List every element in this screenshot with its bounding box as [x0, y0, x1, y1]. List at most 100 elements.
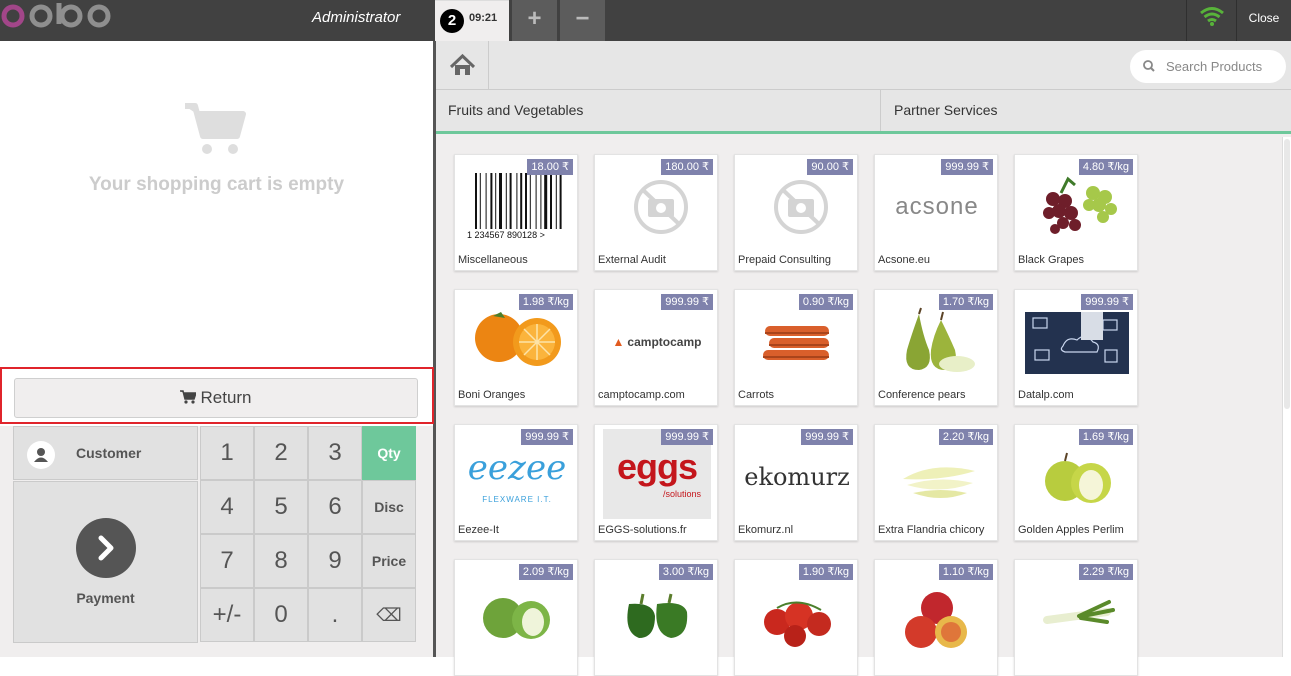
product-name: External Audit	[598, 254, 666, 266]
green-peppers-image	[627, 593, 688, 638]
close-button[interactable]: Close	[1236, 0, 1291, 41]
category-bar: Fruits and Vegetables Partner Services	[436, 90, 1291, 134]
eggs-logo-subtitle: /solutions	[662, 489, 701, 499]
barcode-digits: 1 234567 890128 >	[467, 230, 545, 240]
order-tab[interactable]: 2 09:21	[435, 0, 509, 41]
price-tag: 3.00 ₹/kg	[658, 564, 713, 580]
price-tag: 999.99 ₹	[941, 159, 993, 175]
mode-disc-button[interactable]: Disc	[362, 480, 416, 534]
payment-button[interactable]: Payment	[13, 481, 198, 643]
product-card[interactable]: 1.10 ₹/kg	[874, 559, 998, 676]
product-card[interactable]: 999.99 ₹ Datalp.com	[1014, 289, 1138, 406]
scrollbar-thumb[interactable]	[1284, 139, 1290, 409]
product-card[interactable]: ▲ camptocamp 999.99 ₹ camptocamp.com	[594, 289, 718, 406]
acsone-logo-text: acsone	[895, 193, 979, 220]
customer-label: Customer	[76, 445, 142, 461]
user-icon	[27, 441, 55, 469]
return-button[interactable]: Return	[14, 378, 418, 418]
price-tag: 18.00 ₹	[527, 159, 573, 175]
product-name: camptocamp.com	[598, 389, 685, 401]
eezee-logo: eezee FLEXWARE I.T.	[463, 441, 571, 513]
product-name: Acsone.eu	[878, 254, 930, 266]
product-name: Prepaid Consulting	[738, 254, 831, 266]
price-tag: 90.00 ₹	[807, 159, 853, 175]
acsone-logo: acsone	[883, 171, 991, 243]
price-tag: 0.90 ₹/kg	[798, 294, 853, 310]
tomatoes-image	[764, 601, 831, 647]
eezee-logo-text: eezee	[467, 448, 567, 488]
product-card[interactable]: 4.80 ₹/kg Black Grapes	[1014, 154, 1138, 271]
no-photo-icon	[634, 180, 688, 234]
product-card[interactable]: 180.00 ₹ External Audit	[594, 154, 718, 271]
numpad-key-9[interactable]: 9	[308, 534, 362, 588]
category-fruits-vegetables[interactable]: Fruits and Vegetables	[436, 90, 881, 131]
product-card[interactable]: 90.00 ₹ Prepaid Consulting	[734, 154, 858, 271]
numpad-key-5[interactable]: 5	[254, 480, 308, 534]
wifi-icon	[1186, 0, 1236, 41]
numpad-key-0[interactable]: 0	[254, 588, 308, 642]
product-card[interactable]: 2.29 ₹/kg	[1014, 559, 1138, 676]
product-card[interactable]: 1.90 ₹/kg	[734, 559, 858, 676]
numpad-key-7[interactable]: 7	[200, 534, 254, 588]
order-number: 2	[440, 9, 464, 33]
numpad-key-2[interactable]: 2	[254, 426, 308, 480]
product-name: Miscellaneous	[458, 254, 528, 266]
product-card[interactable]: 1.98 ₹/kg Boni Oranges	[454, 289, 578, 406]
mode-price-button[interactable]: Price	[362, 534, 416, 588]
no-photo-icon	[774, 180, 828, 234]
home-icon	[449, 53, 476, 75]
breadcrumb	[436, 41, 1291, 90]
search-input[interactable]	[1166, 50, 1278, 83]
product-name: Golden Apples Perlim	[1018, 524, 1124, 536]
product-card[interactable]: eezee FLEXWARE I.T. 999.99 ₹ Eezee-It	[454, 424, 578, 541]
barcode-image: 1 234567 890128 >	[463, 171, 571, 243]
numpad-key-8[interactable]: 8	[254, 534, 308, 588]
eezee-logo-subtitle: FLEXWARE I.T.	[482, 495, 552, 504]
remove-order-button[interactable]: −	[560, 0, 605, 41]
numpad-key-1[interactable]: 1	[200, 426, 254, 480]
red-apples-image	[905, 592, 967, 648]
top-bar: Administrator 2 09:21 + − Close	[0, 0, 1291, 41]
price-tag: 4.80 ₹/kg	[1078, 159, 1133, 175]
product-card[interactable]: acsone 999.99 ₹ Acsone.eu	[874, 154, 998, 271]
datalp-image	[1025, 312, 1129, 374]
price-tag: 999.99 ₹	[1081, 294, 1133, 310]
product-card[interactable]: eggs /solutions 999.99 ₹ EGGS-solutions.…	[594, 424, 718, 541]
backspace-icon[interactable]: ⌫	[362, 588, 416, 642]
numpad-key-3[interactable]: 3	[308, 426, 362, 480]
product-name: Boni Oranges	[458, 389, 526, 401]
numpad-key-sign[interactable]: +/-	[200, 588, 254, 642]
numpad-key-4[interactable]: 4	[200, 480, 254, 534]
search-icon	[1143, 60, 1155, 72]
return-highlight: Return	[0, 367, 434, 424]
add-order-button[interactable]: +	[512, 0, 557, 41]
numpad-key-6[interactable]: 6	[308, 480, 362, 534]
product-card[interactable]: 1.70 ₹/kg Conference pears	[874, 289, 998, 406]
home-button[interactable]	[436, 41, 489, 90]
price-tag: 999.99 ₹	[661, 429, 713, 445]
leek-image	[1043, 600, 1115, 624]
product-name: Carrots	[738, 389, 775, 401]
product-card[interactable]: 3.00 ₹/kg	[594, 559, 718, 676]
product-card[interactable]: 2.20 ₹/kg Extra Flandria chicory	[874, 424, 998, 541]
product-card[interactable]: 1.69 ₹/kg Golden Apples Perlim	[1014, 424, 1138, 541]
product-card[interactable]: ekomurz 999.99 ₹ Ekomurz.nl	[734, 424, 858, 541]
price-tag: 2.09 ₹/kg	[518, 564, 573, 580]
product-name: Black Grapes	[1018, 254, 1085, 266]
mode-qty-button[interactable]: Qty	[362, 426, 416, 480]
product-card[interactable]: 2.09 ₹/kg	[454, 559, 578, 676]
customer-button[interactable]: Customer	[13, 426, 198, 480]
product-name: Ekomurz.nl	[738, 524, 794, 536]
cart-icon	[180, 390, 198, 404]
camptocamp-logo-text: camptocamp	[627, 335, 702, 349]
product-card[interactable]: 0.90 ₹/kg Carrots	[734, 289, 858, 406]
ekomurz-logo: ekomurz	[743, 441, 851, 513]
scrollbar[interactable]	[1282, 137, 1291, 657]
category-partner-services[interactable]: Partner Services	[882, 90, 1291, 131]
product-card[interactable]: 1 234567 890128 > 18.00 ₹ Miscellaneous	[454, 154, 578, 271]
user-name: Administrator	[312, 9, 401, 26]
price-tag: 999.99 ₹	[521, 429, 573, 445]
numpad-key-dot[interactable]: .	[308, 588, 362, 642]
ekomurz-logo-text: ekomurz	[744, 463, 850, 491]
price-tag: 999.99 ₹	[661, 294, 713, 310]
